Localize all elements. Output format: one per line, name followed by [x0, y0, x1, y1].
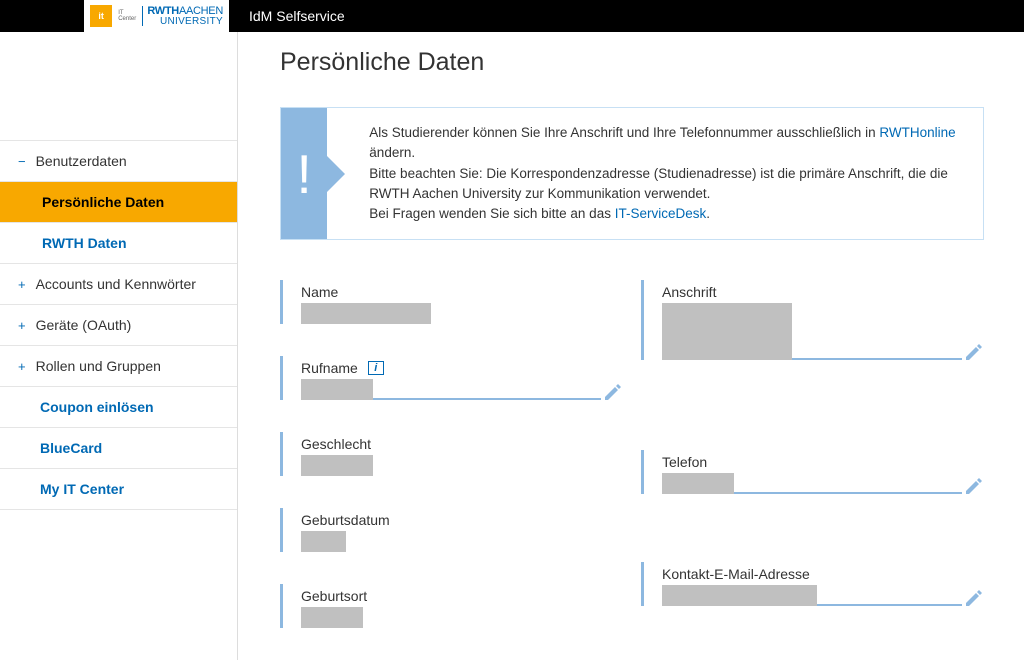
it-servicedesk-link[interactable]: IT-ServiceDesk: [615, 206, 707, 221]
field-label-telefon: Telefon: [662, 454, 984, 470]
logo-divider: [142, 6, 143, 26]
sidebar-item-rollen-gruppen[interactable]: + Rollen und Gruppen: [0, 346, 237, 387]
sidebar-item-label: Geräte (OAuth): [36, 317, 132, 333]
app-title: IdM Selfservice: [249, 8, 345, 24]
sidebar-item-benutzerdaten[interactable]: − Benutzerdaten: [0, 140, 237, 182]
exclamation-icon: !: [297, 142, 312, 206]
sidebar-item-label: Benutzerdaten: [36, 153, 127, 169]
pencil-icon[interactable]: [964, 342, 984, 362]
field-label-geburtsort: Geburtsort: [301, 588, 623, 604]
collapse-icon: −: [18, 154, 26, 169]
sidebar-item-label: BlueCard: [40, 440, 102, 456]
sidebar-item-label: Persönliche Daten: [42, 194, 164, 210]
field-value-rufname: [301, 379, 373, 400]
field-value-telefon: [662, 473, 734, 494]
field-geburtsort: Geburtsort: [280, 584, 623, 628]
info-icon-box: !: [281, 108, 327, 239]
rwthonline-link[interactable]: RWTHonline: [879, 125, 955, 140]
sidebar-item-label: Accounts und Kennwörter: [36, 276, 196, 292]
info-icon[interactable]: i: [368, 361, 384, 375]
field-geschlecht: Geschlecht: [280, 432, 623, 476]
rwth-wordmark: RWTHAACHEN UNIVERSITY: [147, 6, 223, 27]
info-arrow-icon: [327, 156, 345, 192]
sidebar-item-persoenliche-daten[interactable]: Persönliche Daten: [0, 182, 237, 223]
rwth-logo[interactable]: it IT Center RWTHAACHEN UNIVERSITY: [84, 0, 229, 32]
field-value-anschrift: [662, 303, 792, 360]
sidebar-item-bluecard[interactable]: BlueCard: [0, 428, 237, 469]
field-value-geschlecht: [301, 455, 373, 476]
field-name: Name: [280, 280, 623, 324]
sidebar-item-rwth-daten[interactable]: RWTH Daten: [0, 223, 237, 264]
field-label-geburtsdatum: Geburtsdatum: [301, 512, 623, 528]
expand-icon: +: [18, 359, 26, 374]
top-bar: it IT Center RWTHAACHEN UNIVERSITY IdM S…: [0, 0, 1024, 32]
page-title: Persönliche Daten: [280, 48, 984, 77]
edit-underline: [792, 358, 962, 360]
pencil-icon[interactable]: [964, 476, 984, 496]
sidebar-item-label: My IT Center: [40, 481, 124, 497]
sidebar-item-geraete-oauth[interactable]: + Geräte (OAuth): [0, 305, 237, 346]
sidebar-item-label: RWTH Daten: [42, 235, 127, 251]
field-label-email: Kontakt-E-Mail-Adresse: [662, 566, 984, 582]
edit-underline: [734, 492, 962, 494]
sidebar: − Benutzerdaten Persönliche Daten RWTH D…: [0, 32, 238, 660]
field-anschrift: Anschrift: [641, 280, 984, 360]
field-value-geburtsdatum: [301, 531, 346, 552]
pencil-icon[interactable]: [964, 588, 984, 608]
info-box: ! Als Studierender können Sie Ihre Ansch…: [280, 107, 984, 240]
edit-underline: [373, 398, 601, 400]
field-value-geburtsort: [301, 607, 363, 628]
sidebar-item-my-it-center[interactable]: My IT Center: [0, 469, 237, 510]
sidebar-item-accounts-kennwoerter[interactable]: + Accounts und Kennwörter: [0, 264, 237, 305]
pencil-icon[interactable]: [603, 382, 623, 402]
field-label-geschlecht: Geschlecht: [301, 436, 623, 452]
field-email: Kontakt-E-Mail-Adresse: [641, 562, 984, 606]
field-rufname: Rufname i: [280, 356, 623, 400]
it-center-logo-icon: it: [90, 5, 112, 27]
field-label-rufname: Rufname: [301, 360, 358, 376]
field-label-name: Name: [301, 284, 623, 300]
field-value-name: [301, 303, 431, 324]
edit-underline: [817, 604, 962, 606]
expand-icon: +: [18, 318, 26, 333]
field-value-email: [662, 585, 817, 606]
info-content: Als Studierender können Sie Ihre Anschri…: [327, 108, 983, 239]
sidebar-item-label: Coupon einlösen: [40, 399, 154, 415]
field-geburtsdatum: Geburtsdatum: [280, 508, 623, 552]
field-label-anschrift: Anschrift: [662, 284, 984, 300]
logo-subtext: IT Center: [118, 10, 136, 22]
sidebar-item-label: Rollen und Gruppen: [36, 358, 161, 374]
expand-icon: +: [18, 277, 26, 292]
field-telefon: Telefon: [641, 450, 984, 494]
sidebar-item-coupon-einloesen[interactable]: Coupon einlösen: [0, 387, 237, 428]
